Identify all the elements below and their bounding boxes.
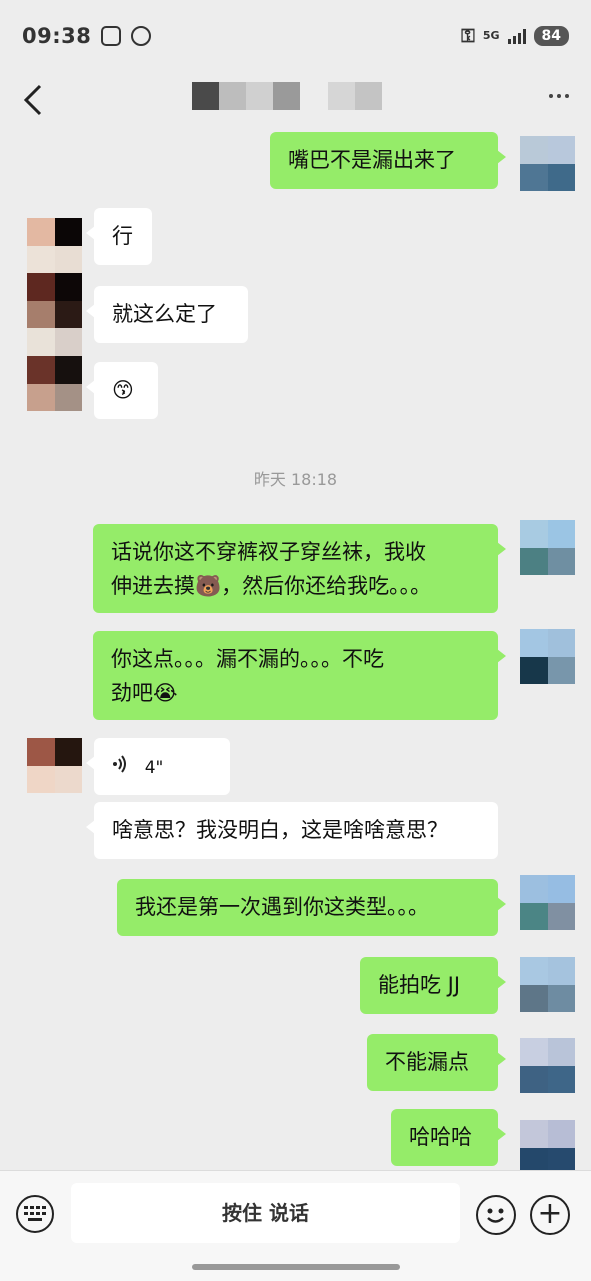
home-indicator[interactable] bbox=[192, 1264, 400, 1270]
voice-message-bubble[interactable]: 4" bbox=[86, 738, 230, 795]
my-avatar[interactable] bbox=[520, 136, 575, 191]
message-text-line: 劲吧😭 bbox=[111, 681, 178, 705]
message-bubble-them[interactable]: 啥意思？我没明白，这是啥啥意思？ bbox=[86, 802, 498, 859]
status-bar: 09:38 ⚿ 5G 84 bbox=[0, 0, 591, 72]
emoji-icon[interactable] bbox=[476, 1195, 516, 1235]
key-icon: ⚿ bbox=[461, 25, 475, 47]
back-icon[interactable] bbox=[22, 82, 52, 118]
my-avatar[interactable] bbox=[520, 1120, 575, 1170]
my-avatar[interactable] bbox=[520, 957, 575, 1012]
contact-name-blurred-2 bbox=[328, 82, 382, 110]
message-text: 我还是第一次遇到你这类型。。。 bbox=[135, 895, 429, 919]
my-avatar[interactable] bbox=[520, 520, 575, 575]
voice-duration: 4" bbox=[144, 758, 164, 778]
kissing-emoji: 😙 bbox=[112, 378, 134, 402]
status-left: 09:38 bbox=[22, 24, 152, 48]
my-avatar[interactable] bbox=[520, 875, 575, 930]
chat-area[interactable]: 嘴巴不是漏出来了 行 就这么定了 😙 昨天 18:18 话说你这不穿裤衩子穿丝袜… bbox=[0, 132, 591, 1170]
their-avatar[interactable] bbox=[27, 356, 82, 411]
message-bubble-me[interactable]: 我还是第一次遇到你这类型。。。 bbox=[117, 879, 506, 936]
message-text: 就这么定了 bbox=[112, 302, 217, 326]
keyboard-icon[interactable] bbox=[16, 1195, 54, 1233]
contact-name-blurred bbox=[192, 82, 300, 110]
my-avatar[interactable] bbox=[520, 629, 575, 684]
their-avatar[interactable] bbox=[27, 273, 82, 328]
voice-icon bbox=[112, 750, 128, 784]
message-bubble-them[interactable]: 😙 bbox=[86, 362, 158, 419]
hold-to-talk-button[interactable]: 按住 说话 bbox=[71, 1183, 460, 1243]
message-bubble-me[interactable]: 能拍吃 JJ bbox=[360, 957, 506, 1014]
my-avatar[interactable] bbox=[520, 1038, 575, 1093]
timestamp: 昨天 18:18 bbox=[253, 470, 338, 489]
chat-title-bar bbox=[0, 72, 591, 132]
more-options-icon[interactable] bbox=[549, 94, 569, 98]
message-bubble-me[interactable]: 哈哈哈 bbox=[391, 1109, 506, 1166]
notification-icon bbox=[131, 26, 152, 46]
status-right: ⚿ 5G 84 bbox=[461, 26, 569, 47]
message-text-line: 话说你这不穿裤衩子穿丝袜，我收 bbox=[111, 540, 426, 564]
plus-icon[interactable]: + bbox=[530, 1195, 570, 1235]
message-text: 不能漏点 bbox=[385, 1050, 469, 1074]
message-text: 行 bbox=[112, 224, 133, 248]
their-avatar[interactable] bbox=[27, 218, 82, 273]
message-text: 哈哈哈 bbox=[409, 1125, 472, 1149]
message-text: 能拍吃 JJ bbox=[378, 973, 461, 997]
signal-icon bbox=[507, 28, 526, 44]
message-bubble-me[interactable]: 话说你这不穿裤衩子穿丝袜，我收 伸进去摸🐻，然后你还给我吃。。。 bbox=[93, 524, 506, 613]
message-text-line: 伸进去摸🐻，然后你还给我吃。。。 bbox=[111, 574, 432, 598]
message-bubble-me[interactable]: 你这点。。。漏不漏的。。。不吃 劲吧😭 bbox=[93, 631, 506, 720]
message-bubble-them[interactable]: 行 bbox=[86, 208, 152, 265]
screen-record-icon bbox=[101, 26, 122, 46]
battery-badge: 84 bbox=[533, 26, 569, 46]
message-text: 啥意思？我没明白，这是啥啥意思？ bbox=[112, 818, 448, 842]
message-bubble-me[interactable]: 嘴巴不是漏出来了 bbox=[270, 132, 506, 189]
status-time: 09:38 bbox=[22, 24, 92, 48]
message-text: 嘴巴不是漏出来了 bbox=[288, 148, 456, 172]
message-text-line: 你这点。。。漏不漏的。。。不吃 bbox=[111, 647, 384, 671]
network-label: 5G bbox=[482, 29, 500, 42]
their-avatar[interactable] bbox=[27, 738, 82, 793]
message-bubble-me[interactable]: 不能漏点 bbox=[367, 1034, 506, 1091]
message-bubble-them[interactable]: 就这么定了 bbox=[86, 286, 248, 343]
